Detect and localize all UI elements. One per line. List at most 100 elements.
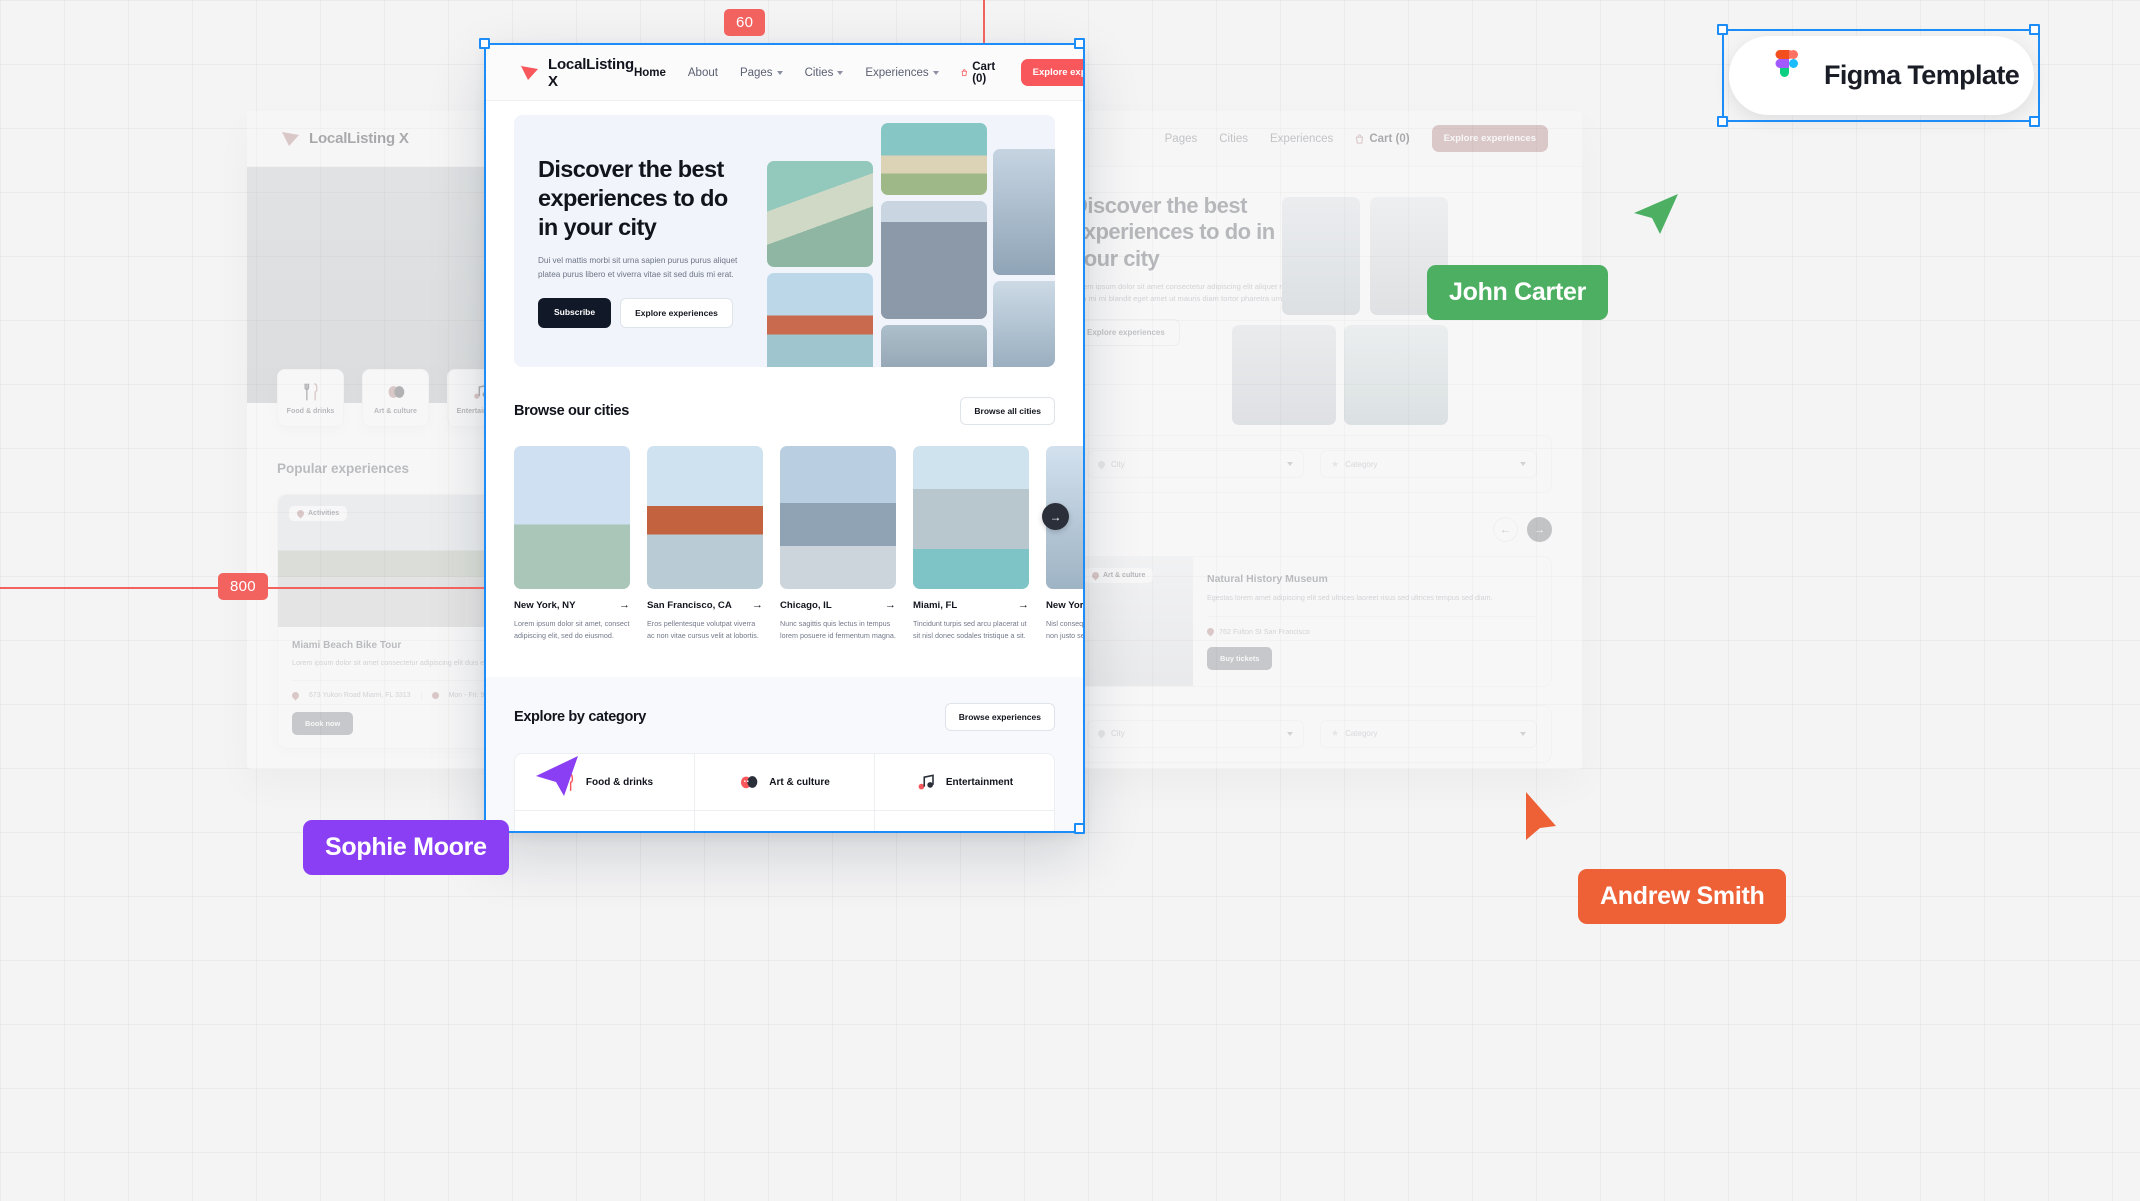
meta-divider [420, 690, 422, 701]
mountains-icon [567, 830, 587, 831]
nav-experiences[interactable]: Experiences [1270, 133, 1333, 145]
hero-image-harbor [993, 281, 1055, 367]
arrow-right-icon[interactable]: → [619, 600, 630, 611]
city-name-row: San Francisco, CA → [647, 600, 763, 612]
cart-label: Cart (0) [972, 60, 996, 85]
hero-copy: Discover the best experiences to do in y… [538, 141, 753, 341]
hero-image-glass-tower [993, 149, 1055, 275]
cities-carousel-next-button[interactable]: → [1042, 503, 1069, 530]
filter-label: City [1111, 729, 1125, 739]
cursor-andrew-smith [1526, 792, 1556, 840]
selection-handle-top-right[interactable] [1074, 38, 1085, 49]
experience-title: Natural History Museum [1207, 573, 1328, 585]
city-card[interactable]: San Francisco, CA → Eros pellentesque vo… [647, 446, 763, 641]
experience-image: Art & culture [1073, 557, 1193, 686]
arrow-right-icon[interactable]: → [1018, 600, 1029, 611]
subscribe-button[interactable]: Subscribe [538, 298, 612, 329]
city-description: Tincidunt turpis sed arcu placerat ut si… [913, 619, 1027, 640]
figma-badge-handle-top-right[interactable] [2029, 24, 2040, 35]
location-pin-icon [1205, 626, 1216, 636]
nav-item-cities[interactable]: Cities [805, 67, 844, 79]
filter-category[interactable]: ★ Category [1320, 719, 1537, 748]
background-right-navbar: Pages Cities Experiences Cart (0) Explor… [1042, 111, 1582, 167]
figma-badge-handle-bottom-right[interactable] [2029, 116, 2040, 127]
cart-link[interactable]: Cart (0) [1355, 132, 1410, 145]
explore-experiences-button[interactable]: Explore experiences [1072, 319, 1180, 347]
cart-icon [1356, 133, 1364, 144]
category-cell-art-culture[interactable]: Art & culture [695, 754, 875, 812]
explore-experiences-button[interactable]: Explore experiences [1020, 59, 1083, 86]
category-cell-activities[interactable]: Activities [875, 811, 1054, 831]
explore-experiences-button[interactable]: Explore experiences [1431, 125, 1548, 152]
hero-photo-statue [1282, 197, 1360, 315]
figma-logo-icon [1775, 49, 1798, 77]
hero-image-coastline [881, 123, 987, 195]
carousel-prev-button[interactable]: ← [1493, 517, 1518, 542]
carousel-next-button[interactable]: → [1527, 517, 1552, 542]
cursor-label-john-carter: John Carter [1427, 265, 1609, 320]
hero-image-golden-gate [767, 273, 873, 367]
measure-label-left: 800 [218, 573, 268, 600]
category-cell-outdoors[interactable]: Outdoors [515, 811, 695, 831]
theater-masks-icon [741, 776, 758, 789]
city-name: San Francisco, CA [647, 600, 732, 611]
filter-label: Category [1345, 459, 1378, 469]
city-image-chicago [780, 446, 896, 589]
cart-icon [961, 69, 967, 76]
nav-item-home[interactable]: Home [634, 67, 666, 79]
nav-item-about[interactable]: About [688, 67, 718, 79]
figma-template-badge[interactable]: Figma Template [1729, 36, 2034, 115]
cart-label: Cart (0) [1369, 132, 1410, 145]
hero-image-grid [767, 123, 1055, 367]
cursor-label-andrew-smith: Andrew Smith [1578, 869, 1787, 924]
cart-link[interactable]: Cart (0) [961, 61, 999, 85]
browse-experiences-button[interactable]: Browse experiences [944, 703, 1055, 732]
chip-label: Food & drinks [286, 406, 335, 415]
experience-meta: 762 Fulton St San Francisco [1205, 615, 1537, 636]
nav-pages[interactable]: Pages [1165, 133, 1198, 145]
figma-badge-handle-top-left[interactable] [1717, 24, 1728, 35]
category-label: Entertainment [945, 776, 1014, 788]
category-cell-entertainment[interactable]: Entertainment [875, 754, 1054, 812]
hero-title: Discover the best experiences to do in y… [538, 156, 728, 241]
city-name-row: New York, NY → [1046, 600, 1083, 611]
hero-photo-bean [1232, 325, 1336, 425]
selected-page[interactable]: LocalListing X Home About Pages Cities E… [486, 45, 1083, 831]
experience-wide-card[interactable]: Art & culture Natural History Museum Ege… [1072, 556, 1552, 687]
location-pin-icon [1096, 459, 1107, 469]
chip-art-culture[interactable]: Art & culture [362, 369, 429, 427]
brand-name: LocalListing X [309, 130, 409, 147]
filter-city[interactable]: City [1087, 450, 1304, 478]
background-page-right[interactable]: Pages Cities Experiences Cart (0) Explor… [1042, 111, 1582, 769]
localisting-logo-icon [520, 65, 539, 81]
filter-label: City [1111, 459, 1125, 469]
selection-handle-top-left[interactable] [479, 38, 490, 49]
chip-food-drinks[interactable]: Food & drinks [277, 369, 344, 427]
book-now-button[interactable]: Book now [292, 711, 354, 735]
filter-city[interactable]: City [1087, 719, 1304, 748]
experience-body: Natural History Museum Egestas lorem ame… [1193, 557, 1551, 686]
figma-badge-handle-bottom-left[interactable] [1717, 116, 1728, 127]
city-card[interactable]: New York, NY → Nisl consequat amet lorem… [1046, 446, 1083, 641]
nav-item-pages[interactable]: Pages [740, 67, 783, 79]
filter-category[interactable]: ★ Category [1320, 450, 1537, 478]
browse-all-cities-button[interactable]: Browse all cities [960, 397, 1055, 425]
buy-tickets-button[interactable]: Buy tickets [1207, 646, 1273, 670]
nav-item-experiences[interactable]: Experiences [865, 67, 939, 79]
hero-paragraph: Dui vel mattis morbi sit urna sapien pur… [538, 256, 738, 279]
nav-cities[interactable]: Cities [1219, 133, 1248, 145]
cities-section: Browse our cities Browse all cities New … [486, 397, 1083, 641]
selection-handle-bottom-right[interactable] [1074, 823, 1085, 834]
explore-experiences-button[interactable]: Explore experiences [620, 298, 733, 329]
brand[interactable]: LocalListing X [520, 56, 634, 90]
city-card[interactable]: Miami, FL → Tincidunt turpis sed arcu pl… [913, 446, 1029, 641]
city-image-san-francisco [647, 446, 763, 589]
arrow-right-icon[interactable]: → [885, 600, 896, 611]
category-row: Food & drinks Art & culture Entertainmen… [515, 754, 1054, 812]
category-cell-nightlife[interactable]: Nightlife [695, 811, 875, 831]
arrow-right-icon[interactable]: → [752, 600, 763, 611]
badge-label: Activities [308, 510, 340, 517]
city-name: New York, NY [514, 600, 576, 611]
city-card[interactable]: Chicago, IL → Nunc sagittis quis lectus … [780, 446, 896, 641]
city-card[interactable]: New York, NY → Lorem ipsum dolor sit ame… [514, 446, 630, 641]
